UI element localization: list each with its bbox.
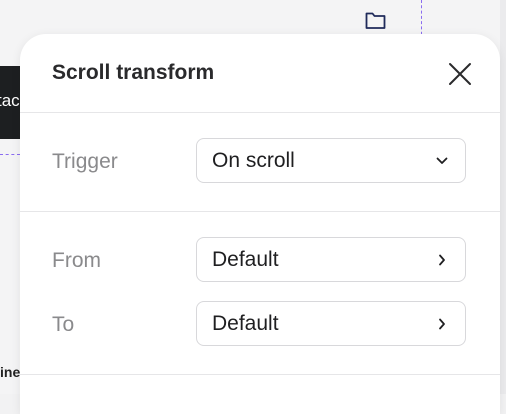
from-value: Default — [212, 247, 279, 271]
right-sidebar-edge — [500, 0, 506, 394]
background-partial-label: ine — [0, 364, 20, 380]
trigger-section: Trigger On scroll — [20, 113, 500, 212]
panel-title: Scroll transform — [52, 61, 215, 84]
chevron-down-icon — [435, 154, 449, 168]
folder-icon[interactable] — [364, 9, 388, 31]
to-field[interactable]: Default — [196, 301, 466, 346]
chevron-right-icon — [435, 253, 449, 267]
background-dark-button[interactable]: tac — [0, 66, 20, 139]
from-label: From — [52, 249, 101, 272]
trigger-select[interactable]: On scroll — [196, 138, 466, 183]
trigger-label: Trigger — [52, 150, 118, 173]
scroll-transform-panel: Scroll transform Trigger On scroll From … — [20, 34, 500, 414]
from-to-section: From Default To Default — [20, 212, 500, 375]
panel-header: Scroll transform — [20, 34, 500, 113]
close-icon — [449, 63, 471, 85]
background-button-text: tac — [0, 91, 20, 110]
from-field[interactable]: Default — [196, 237, 466, 282]
horizontal-guide-line — [0, 154, 20, 155]
to-label: To — [52, 313, 75, 336]
chevron-right-icon — [435, 317, 449, 331]
close-button[interactable] — [442, 56, 478, 92]
trigger-value: On scroll — [212, 148, 295, 172]
to-value: Default — [212, 311, 279, 335]
